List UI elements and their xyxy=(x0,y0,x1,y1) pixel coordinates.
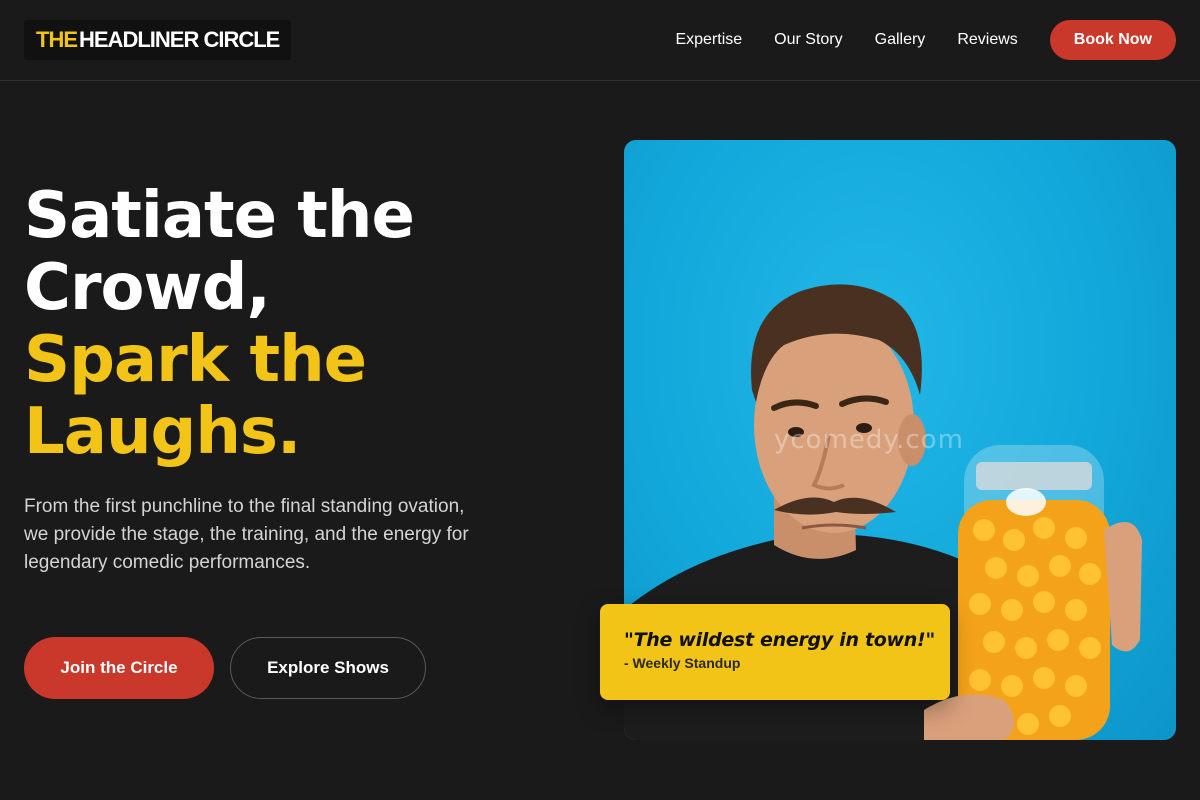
hero-headline-line-1: Satiate the xyxy=(24,179,415,253)
logo-accent-text: THE xyxy=(36,27,78,52)
nav-link-reviews[interactable]: Reviews xyxy=(957,31,1017,49)
testimonial-card: "The wildest energy in town!" - Weekly S… xyxy=(600,604,950,700)
logo-main-text: HEADLINER CIRCLE xyxy=(79,27,280,52)
hero-headline-highlight-line-2: Laughs. xyxy=(24,395,301,469)
main-nav: Expertise Our Story Gallery Reviews Book… xyxy=(675,20,1176,60)
testimonial-quote: "The wildest energy in town!" xyxy=(624,629,935,651)
hero-headline-line-2: Crowd, xyxy=(24,251,271,325)
nav-link-expertise[interactable]: Expertise xyxy=(675,31,742,49)
testimonial-attribution: - Weekly Standup xyxy=(624,655,741,671)
image-watermark: ycomedy.com xyxy=(774,425,964,455)
nav-link-our-story[interactable]: Our Story xyxy=(774,31,842,49)
hero-headline-highlight-line-1: Spark the xyxy=(24,323,367,397)
nav-link-gallery[interactable]: Gallery xyxy=(875,31,926,49)
explore-shows-button[interactable]: Explore Shows xyxy=(230,637,426,699)
hero-headline: Satiate the Crowd, Spark the Laughs. xyxy=(24,180,544,468)
site-header: THE HEADLINER CIRCLE Expertise Our Story… xyxy=(0,0,1200,81)
book-now-button[interactable]: Book Now xyxy=(1049,20,1176,60)
site-logo[interactable]: THE HEADLINER CIRCLE xyxy=(24,20,292,60)
join-circle-button[interactable]: Join the Circle xyxy=(24,637,214,699)
hero-description: From the first punchline to the final st… xyxy=(24,496,469,573)
hero-cta-group: Join the Circle Explore Shows xyxy=(24,637,426,699)
